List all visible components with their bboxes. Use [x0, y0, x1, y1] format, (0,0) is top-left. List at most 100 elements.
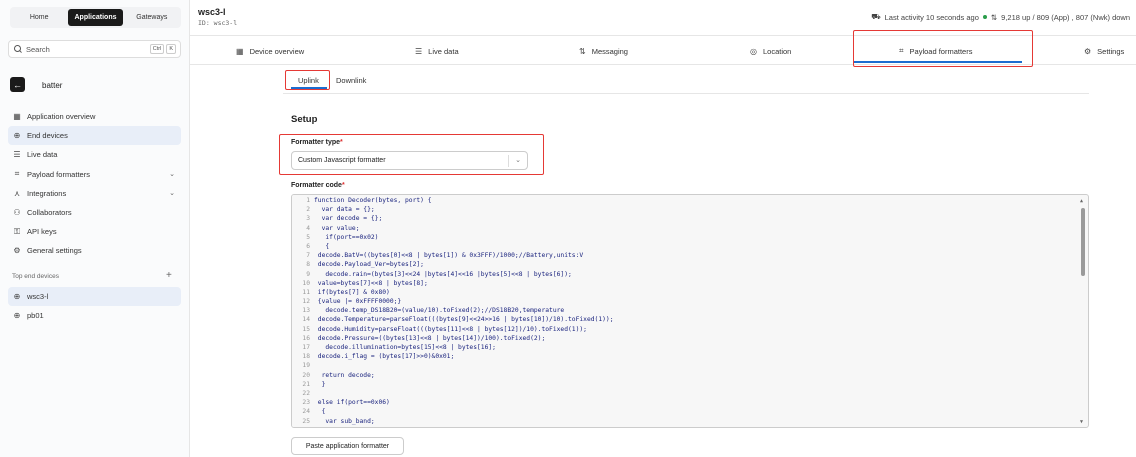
sidebar-item-label: API keys: [27, 227, 57, 237]
code-text: }: [314, 380, 326, 388]
nav-gateways[interactable]: Gateways: [125, 9, 179, 26]
sidebar-item-general-settings[interactable]: ⚙ General settings: [8, 241, 181, 260]
paste-application-formatter-button[interactable]: Paste application formatter: [291, 437, 404, 455]
line-number: 9: [306, 270, 310, 278]
code-text: decode.BatV=((bytes[0]<<8 | bytes[1]) & …: [314, 252, 584, 260]
code-text: decode.Pressure=((bytes[13]<<8 | bytes[1…: [314, 334, 546, 342]
line-number: 8: [306, 261, 310, 269]
code-text: decode.Payload_Ver=bytes[2];: [314, 261, 424, 269]
users-icon: ⚇: [13, 208, 21, 218]
code-line: 1 function Decoder(bytes, port) {: [292, 196, 1072, 205]
sidebar: Home Applications Gateways Search Ctrl K…: [0, 0, 190, 457]
top-navigation: Home Applications Gateways: [10, 7, 181, 28]
code-line: 21 }: [292, 380, 1072, 389]
code-line: 8 decode.Payload_Ver=bytes[2];: [292, 260, 1072, 269]
arrows-up-down-icon: ⇅: [579, 46, 586, 56]
tab-label: Messaging: [591, 46, 628, 56]
scrollbar-thumb[interactable]: [1081, 208, 1085, 276]
highlight-payload-formatters-tab: [853, 30, 1033, 67]
code-line: 23 else if(port==0x06): [292, 398, 1072, 407]
tab-messaging[interactable]: ⇅ Messaging: [579, 37, 628, 65]
tab-label: Settings: [1097, 46, 1125, 56]
code-line: 22: [292, 389, 1072, 398]
nav-home[interactable]: Home: [12, 9, 66, 26]
application-name: batter: [42, 81, 63, 90]
line-number: 15: [302, 325, 310, 333]
line-number: 16: [302, 334, 310, 342]
code-text: else if(port==0x06): [314, 399, 390, 407]
tab-settings[interactable]: ⚙ Settings: [1084, 37, 1124, 65]
subtab-downlink[interactable]: Downlink: [336, 70, 366, 90]
formatter-subtabs: Uplink Downlink: [283, 70, 1089, 94]
tab-device-overview[interactable]: ▦ Device overview: [236, 37, 304, 65]
code-line: 17 decode.illumination=bytes[15]<<8 | by…: [292, 343, 1072, 352]
label-text: Formatter code: [291, 182, 342, 189]
sidebar-item-api-keys[interactable]: ⚿ API keys: [8, 222, 181, 241]
tab-label: Device overview: [249, 46, 305, 56]
sidebar-item-label: Integrations: [27, 188, 67, 198]
search-input[interactable]: Search Ctrl K: [8, 40, 181, 58]
code-lines: 1 function Decoder(bytes, port) {2 var da…: [292, 196, 1072, 426]
code-text: decode.Temperature=parseFloat(((bytes[9]…: [314, 316, 614, 324]
sidebar-item-collaborators[interactable]: ⚇ Collaborators: [8, 203, 181, 222]
key-icon: ⚿: [13, 226, 21, 236]
device-status: ⛟ Last activity 10 seconds ago ⇅ 9,218 u…: [871, 12, 1130, 22]
sidebar-item-live-data[interactable]: ☰ Live data: [8, 145, 181, 164]
back-button[interactable]: ←: [10, 77, 25, 92]
sidebar-device-pb01[interactable]: ⊕ pb01: [8, 306, 181, 325]
code-line: 20 return decode;: [292, 371, 1072, 380]
code-text: decode.illumination=bytes[15]<<8 | bytes…: [314, 344, 496, 351]
status-dot: [982, 15, 987, 19]
sidebar-item-payload-formatters[interactable]: ⌗ Payload formatters ⌄: [8, 165, 181, 184]
sidebar-item-integrations[interactable]: ⋏ Integrations ⌄: [8, 184, 181, 203]
line-number: 14: [302, 316, 310, 324]
formatter-code-label: Formatter code*: [291, 182, 345, 189]
line-number: 13: [302, 307, 310, 315]
sidebar-item-end-devices[interactable]: ⊕ End devices: [8, 126, 181, 146]
sidebar-item-application-overview[interactable]: ▦ Application overview: [8, 107, 181, 126]
line-number: 5: [306, 233, 310, 241]
code-line: 7 decode.BatV=((bytes[0]<<8 | bytes[1]) …: [292, 251, 1072, 260]
scroll-up-icon[interactable]: ▲: [1080, 198, 1083, 204]
sidebar-device-wsc3-l[interactable]: ⊕ wsc3-l: [8, 287, 181, 307]
search-icon: [13, 44, 23, 54]
line-number: 22: [302, 389, 310, 397]
add-device-icon[interactable]: +: [166, 270, 172, 281]
formatter-code-editor[interactable]: 1 function Decoder(bytes, port) {2 var da…: [291, 194, 1089, 428]
code-line: 19: [292, 361, 1072, 370]
highlight-uplink-tab: [285, 70, 330, 90]
scroll-down-icon[interactable]: ▼: [1080, 419, 1083, 425]
setup-heading: Setup: [291, 114, 318, 125]
line-number: 3: [306, 215, 310, 223]
grid-icon: ▦: [236, 46, 244, 56]
chevron-down-icon: ⌄: [169, 190, 175, 198]
line-number: 7: [306, 252, 310, 260]
grid-icon: ▦: [13, 112, 21, 122]
location-pin-icon: ◎: [750, 46, 757, 56]
integrations-icon: ⋏: [14, 188, 20, 198]
tab-location[interactable]: ◎ Location: [750, 37, 791, 65]
line-number: 17: [302, 344, 310, 351]
line-number: 6: [306, 242, 310, 250]
code-line: 6 {: [292, 242, 1072, 251]
required-mark: *: [341, 182, 345, 189]
code-text: decode.temp_DS18B20=(value/10).toFixed(2…: [314, 307, 565, 315]
line-number: 25: [302, 417, 310, 425]
tab-live-data[interactable]: ☰ Live data: [415, 37, 459, 65]
code-line: 5 if(port==0x02): [292, 233, 1072, 242]
line-number: 12: [302, 298, 310, 306]
device-label: pb01: [27, 311, 44, 321]
tab-label: Location: [762, 46, 792, 56]
line-number: 4: [306, 224, 310, 232]
editor-scrollbar[interactable]: ▲ ▼: [1080, 198, 1086, 425]
list-icon: ☰: [13, 150, 21, 160]
code-line: 25 var sub_band;: [292, 417, 1072, 426]
traffic-counts: 9,218 up / 809 (App) , 807 (Nwk) down: [1001, 12, 1130, 22]
code-text: return decode;: [314, 371, 375, 379]
gear-icon: ⚙: [1084, 46, 1092, 56]
code-line: 13 decode.temp_DS18B20=(value/10).toFixe…: [292, 306, 1072, 315]
line-number: 20: [302, 371, 310, 379]
line-number: 24: [302, 408, 310, 416]
nav-applications[interactable]: Applications: [68, 9, 123, 26]
globe-icon: ⊕: [13, 311, 21, 321]
